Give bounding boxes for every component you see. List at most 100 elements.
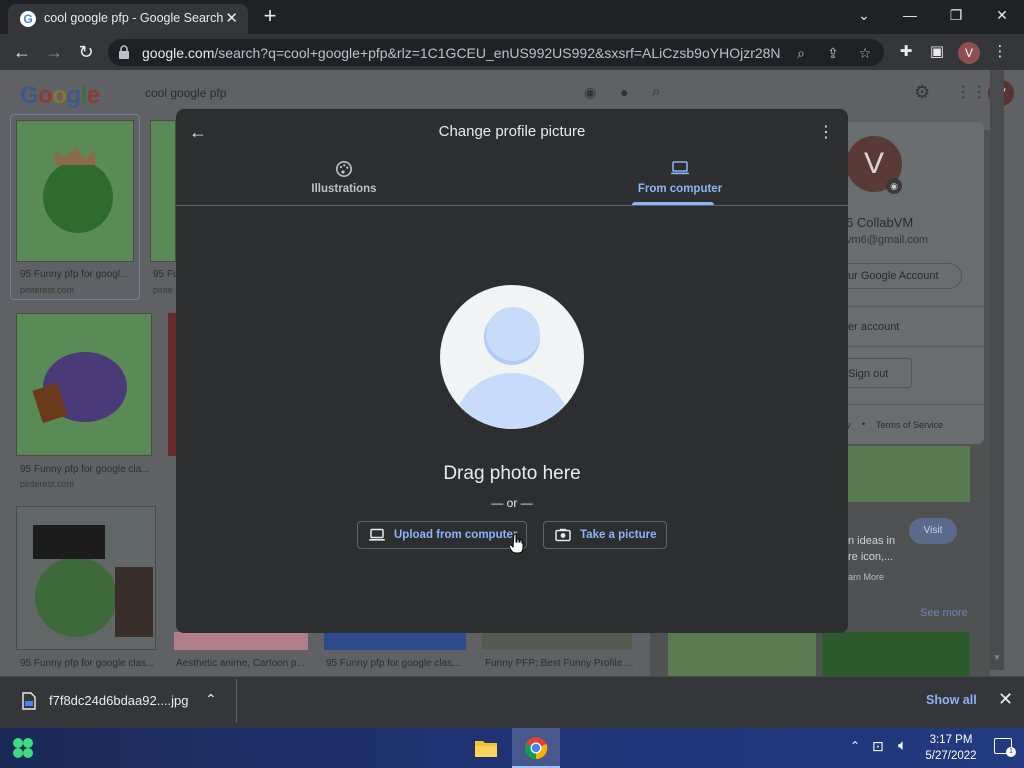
- settings-gear-icon[interactable]: ⚙: [914, 82, 930, 103]
- close-download-bar-icon[interactable]: ✕: [998, 689, 1013, 710]
- search-icon[interactable]: ⌕: [652, 83, 660, 100]
- google-logo[interactable]: Google: [20, 82, 100, 110]
- show-all-button[interactable]: Show all: [926, 693, 977, 707]
- file-icon: [22, 692, 36, 710]
- sign-out-label: Sign out: [848, 368, 889, 380]
- bookmark-star-icon[interactable]: ☆: [856, 44, 874, 62]
- result-source[interactable]: pinterest.com: [20, 479, 74, 489]
- preview-text: n ideas in: [848, 535, 896, 547]
- result-image[interactable]: [168, 313, 176, 456]
- browser-tab[interactable]: G cool google pfp - Google Search ✕: [8, 4, 248, 34]
- new-tab-button[interactable]: +: [258, 5, 282, 29]
- network-icon[interactable]: ⊡: [872, 738, 884, 755]
- search-input[interactable]: cool google pfp ◉ ● ⌕: [128, 78, 684, 108]
- notifications-icon[interactable]: 1: [994, 738, 1016, 757]
- footer-dot: •: [862, 419, 866, 429]
- zoom-icon[interactable]: ⌕: [792, 44, 810, 62]
- tab-illustrations[interactable]: Illustrations: [176, 155, 512, 207]
- side-panel-icon[interactable]: ▣: [927, 42, 947, 62]
- back-button[interactable]: ←: [10, 40, 34, 64]
- tab-label: From computer: [637, 183, 723, 195]
- result-source[interactable]: pinterest.com: [20, 285, 74, 295]
- forward-button[interactable]: →: [42, 40, 66, 64]
- result-image[interactable]: [16, 313, 152, 456]
- account-name: 6 CollabVM: [846, 215, 914, 230]
- account-popup: V ◉ 6 CollabVM vm6@gmail.com ur Google A…: [826, 122, 984, 444]
- tabs-divider: [176, 205, 848, 206]
- minimize-button[interactable]: —: [896, 4, 924, 26]
- terms-link[interactable]: Terms of Service: [876, 420, 943, 430]
- result-caption[interactable]: 95 Funny pfp for google clas...: [20, 658, 155, 669]
- result-caption[interactable]: 95 Funny pfp for google cla...: [20, 464, 150, 475]
- profile-avatar[interactable]: V: [958, 42, 980, 64]
- start-button-icon[interactable]: [12, 737, 34, 759]
- browser-title-bar: G cool google pfp - Google Search ✕ + ⌄ …: [0, 0, 1024, 34]
- learn-more-link[interactable]: arn More: [848, 572, 884, 582]
- chevron-up-icon[interactable]: ⌃: [205, 691, 217, 708]
- result-caption[interactable]: 95 Funny pfp for google clas...: [326, 658, 461, 669]
- folder-icon: [475, 741, 497, 757]
- result-image[interactable]: [150, 120, 176, 262]
- chrome-icon: [524, 737, 548, 760]
- address-bar[interactable]: google.com/search?q=cool+google+pfp&rlz=…: [108, 39, 884, 66]
- camera-icon[interactable]: ◉: [886, 178, 902, 194]
- result-image[interactable]: [482, 632, 632, 650]
- download-divider: [236, 679, 237, 723]
- add-account-item[interactable]: er account: [848, 321, 899, 333]
- extensions-puzzle-icon[interactable]: ✚: [896, 42, 916, 62]
- result-caption[interactable]: Funny PFP: Best Funny Profile ...: [485, 658, 633, 669]
- or-separator: — or —: [491, 496, 533, 510]
- share-icon[interactable]: ⇪: [824, 44, 842, 62]
- camera-search-icon[interactable]: ◉: [584, 84, 596, 101]
- system-clock[interactable]: 3:17 PM 5/27/2022: [916, 732, 986, 764]
- tab-from-computer[interactable]: From computer: [512, 155, 848, 207]
- google-favicon-icon: G: [20, 11, 36, 27]
- chrome-menu-icon[interactable]: ⋮: [990, 42, 1010, 62]
- tab-close-icon[interactable]: ✕: [225, 9, 238, 27]
- divider: [826, 346, 984, 347]
- tab-search-chevron-icon[interactable]: ⌄: [850, 4, 878, 26]
- account-email: vm6@gmail.com: [846, 234, 929, 246]
- chrome-taskbar-button[interactable]: [512, 728, 560, 768]
- page-scrollbar[interactable]: ▼: [990, 70, 1004, 670]
- drag-photo-text: Drag photo here: [443, 463, 581, 484]
- palette-icon: [176, 160, 512, 183]
- restore-button[interactable]: ❐: [942, 4, 970, 26]
- more-options-icon[interactable]: ⋮: [818, 123, 834, 143]
- result-image[interactable]: [16, 120, 134, 262]
- camera-label: Take a picture: [580, 529, 657, 541]
- show-hidden-icons-chevron-icon[interactable]: ⌃: [850, 739, 860, 753]
- lock-icon: [119, 45, 129, 59]
- result-caption[interactable]: 95 Funny pfp for googl...: [20, 269, 128, 280]
- volume-icon[interactable]: 🔈︎: [898, 737, 907, 754]
- see-more-link[interactable]: See more: [920, 607, 968, 619]
- result-image[interactable]: [174, 632, 308, 650]
- result-source[interactable]: pinte: [153, 285, 173, 295]
- apps-grid-icon[interactable]: ⋮⋮: [955, 82, 987, 102]
- result-caption[interactable]: 95 Fu: [153, 269, 179, 280]
- clock-date: 5/27/2022: [925, 750, 977, 762]
- change-profile-picture-dialog: ← Change profile picture ⋮ Illustrations…: [176, 109, 848, 633]
- result-image[interactable]: [324, 632, 466, 650]
- file-explorer-taskbar-button[interactable]: [462, 728, 510, 768]
- take-a-picture-button[interactable]: Take a picture: [543, 521, 667, 549]
- reload-button[interactable]: ↻: [74, 40, 98, 64]
- result-caption[interactable]: Aesthetic anime, Cartoon p...: [176, 658, 305, 669]
- divider: [826, 404, 984, 405]
- download-bar: f7f8dc24d6bdaa92....jpg ⌃ Show all ✕: [0, 676, 1024, 728]
- upload-from-computer-button[interactable]: Upload from computer: [357, 521, 527, 549]
- download-file-name[interactable]: f7f8dc24d6bdaa92....jpg: [49, 693, 189, 708]
- result-image[interactable]: [16, 506, 156, 650]
- preview-image[interactable]: [668, 632, 816, 676]
- laptop-icon: [369, 528, 385, 541]
- preview-image[interactable]: [846, 446, 970, 502]
- scroll-down-arrow-icon[interactable]: ▼: [993, 653, 1001, 662]
- windows-taskbar: ⌃ ⊡ 🔈︎ 3:17 PM 5/27/2022 1: [0, 728, 1024, 768]
- browser-toolbar: ← → ↻ google.com/search?q=cool+google+pf…: [0, 34, 1024, 70]
- visit-button[interactable]: Visit: [909, 518, 957, 544]
- preview-image[interactable]: [822, 632, 970, 676]
- window-close-button[interactable]: ✕: [988, 4, 1016, 26]
- manage-account-label: ur Google Account: [848, 270, 939, 282]
- tab-label: Illustrations: [311, 183, 377, 195]
- mic-icon[interactable]: ●: [620, 84, 628, 100]
